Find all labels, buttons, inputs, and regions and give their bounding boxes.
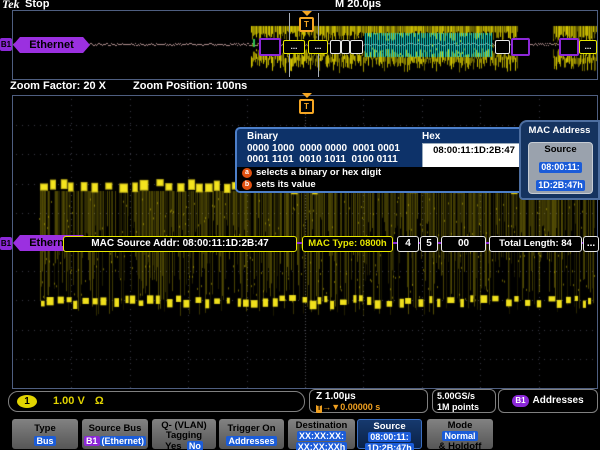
binary-hex-popup: Binary 0000 1000 0000 0000 0001 0001 000… bbox=[235, 127, 531, 193]
ov-frame-start-box bbox=[259, 38, 281, 56]
menu-button-source[interactable]: Source 08:00:11: 1D:2B:47h bbox=[357, 419, 422, 449]
sample-rate-value: 5.00GS/s bbox=[437, 391, 495, 402]
binary-row-2[interactable]: 0001 1101 0010 1011 0100 0111 bbox=[247, 154, 398, 165]
binary-row-1[interactable]: 0000 1000 0000 0000 0001 0001 bbox=[247, 143, 400, 154]
hint-b-text: sets its value bbox=[256, 179, 316, 191]
decode-byte-box-2[interactable]: 5 bbox=[420, 236, 438, 252]
menu-button-destination[interactable]: Destination XX:XX:XX: XX:XX:XXh bbox=[288, 419, 355, 449]
timebase-readout: M 20.0µs bbox=[335, 0, 381, 10]
decode-bus-b1-tag: B1 bbox=[0, 237, 12, 250]
menu-button-mode[interactable]: Mode Normal & Holdoff bbox=[427, 419, 493, 449]
popup-hints: a selects a binary or hex digit b sets its… bbox=[237, 167, 529, 191]
ov-dots-box-2: ... bbox=[308, 40, 328, 54]
mac-source-value-line1: 08:00:11: bbox=[539, 162, 582, 173]
menu-button-vlan-tagging[interactable]: Q- (VLAN) Tagging Yes No bbox=[152, 419, 216, 449]
channel1-readout[interactable]: 1 1.00 V Ω bbox=[8, 391, 305, 412]
decode-total-length-box[interactable]: Total Length: 84 bbox=[489, 236, 582, 252]
hex-value-field[interactable]: 08:00:11:1D:2B:47 bbox=[422, 143, 526, 169]
record-length-value: 1M points bbox=[437, 402, 495, 413]
zoom-scale-readout: Z 1.00µs T→▼0.00000 s bbox=[309, 389, 428, 413]
ov-frame-end-box bbox=[511, 38, 530, 56]
mode-value: Normal bbox=[442, 431, 477, 441]
decode-byte-box-3[interactable]: 00 bbox=[441, 236, 486, 252]
destination-value-line1: XX:XX:XX: bbox=[297, 431, 346, 441]
decode-mac-type-box[interactable]: MAC Type: 0800h bbox=[302, 236, 393, 252]
source-value-line2: 1D:2B:47h bbox=[365, 443, 414, 450]
menu-button-trigger-on[interactable]: Trigger On Addresses bbox=[219, 419, 284, 449]
type-label: Type bbox=[12, 424, 78, 434]
decode-mac-source-box[interactable]: MAC Source Addr: 08:00:11:1D:2B:47 bbox=[63, 236, 297, 252]
trigger-on-value: Addresses bbox=[226, 436, 276, 446]
menu-button-type[interactable]: Type Bus bbox=[12, 419, 78, 449]
ov-dots-box-1: ... bbox=[283, 40, 305, 54]
mac-source-field[interactable]: Source 08:00:11: 1D:2B:47h bbox=[528, 142, 593, 194]
source-bus-value: (Ethernet) bbox=[100, 436, 147, 446]
mac-panel-title: MAC Address bbox=[521, 125, 598, 137]
ov-dots-box-3: ... bbox=[579, 40, 597, 54]
zoom-position-readout: Zoom Position: 100ns bbox=[133, 80, 247, 92]
mode-value2: & Holdoff bbox=[427, 442, 493, 450]
hex-label: Hex bbox=[422, 131, 440, 143]
trigger-position-marker[interactable]: T bbox=[299, 17, 314, 32]
oscilloscope-screen: Tek Stop M 20.0µs ... ... ... T B1 Ether… bbox=[0, 0, 600, 450]
ov-field-box bbox=[341, 40, 350, 54]
menu-button-source-bus[interactable]: Source Bus B1(Ethernet) bbox=[82, 419, 148, 449]
overview-bus-b1-tag: B1 bbox=[0, 38, 12, 51]
source-bus-label: Source Bus bbox=[82, 424, 148, 434]
acquisition-status: Stop bbox=[25, 0, 49, 10]
zoom-factor-readout: Zoom Factor: 20 X bbox=[10, 80, 106, 92]
ov-frame-start-box-2 bbox=[559, 38, 579, 56]
trigger-on-label: Trigger On bbox=[219, 424, 284, 434]
source-bus-badge: B1 bbox=[84, 436, 100, 446]
channel1-scale: 1.00 V bbox=[53, 395, 85, 408]
mac-source-field-label: Source bbox=[529, 143, 592, 157]
vlan-label2: Tagging bbox=[152, 431, 216, 441]
decode-more-box[interactable]: ... bbox=[583, 236, 599, 252]
channel1-coupling: Ω bbox=[95, 395, 104, 408]
channel1-badge: 1 bbox=[17, 395, 37, 408]
ov-field-box bbox=[330, 40, 341, 54]
source-value-line1: 08:00:11: bbox=[368, 432, 411, 442]
decode-byte-box-1[interactable]: 4 bbox=[397, 236, 419, 252]
sample-rate-readout: 5.00GS/s 1M points bbox=[432, 389, 496, 413]
mac-source-value-line2: 1D:2B:47h bbox=[536, 180, 585, 191]
trigger-point-marker[interactable]: T bbox=[299, 99, 314, 114]
mode-label: Mode bbox=[427, 421, 493, 431]
destination-value-line2: XX:XX:XXh bbox=[296, 442, 348, 450]
ov-field-box bbox=[495, 40, 510, 54]
bus-display-readout: B1 Addresses bbox=[498, 389, 598, 413]
tek-logo: Tek bbox=[2, 0, 20, 10]
overview-bus-label: Ethernet bbox=[13, 37, 90, 53]
trigger-position-value: →▼0.00000 s bbox=[322, 402, 380, 412]
multipurpose-b-knob-icon: b bbox=[242, 180, 252, 190]
zoom-scale-value: Z 1.00µs bbox=[316, 391, 427, 402]
mac-address-panel: MAC Address Source 08:00:11: 1D:2B:47h bbox=[519, 120, 600, 200]
bus-display-mode: Addresses bbox=[533, 395, 584, 407]
multipurpose-a-knob-icon: a bbox=[242, 168, 252, 178]
vlan-option-yes[interactable]: Yes bbox=[165, 441, 181, 450]
ov-field-box bbox=[350, 40, 363, 54]
binary-label: Binary bbox=[247, 131, 278, 143]
source-label: Source bbox=[358, 422, 421, 432]
type-value: Bus bbox=[34, 436, 55, 446]
bus-b1-badge: B1 bbox=[512, 395, 528, 407]
vlan-option-no[interactable]: No bbox=[187, 441, 203, 450]
hint-a-text: selects a binary or hex digit bbox=[256, 167, 381, 179]
overview-waveform-window: ... ... ... T bbox=[12, 10, 598, 80]
destination-label: Destination bbox=[288, 421, 355, 431]
